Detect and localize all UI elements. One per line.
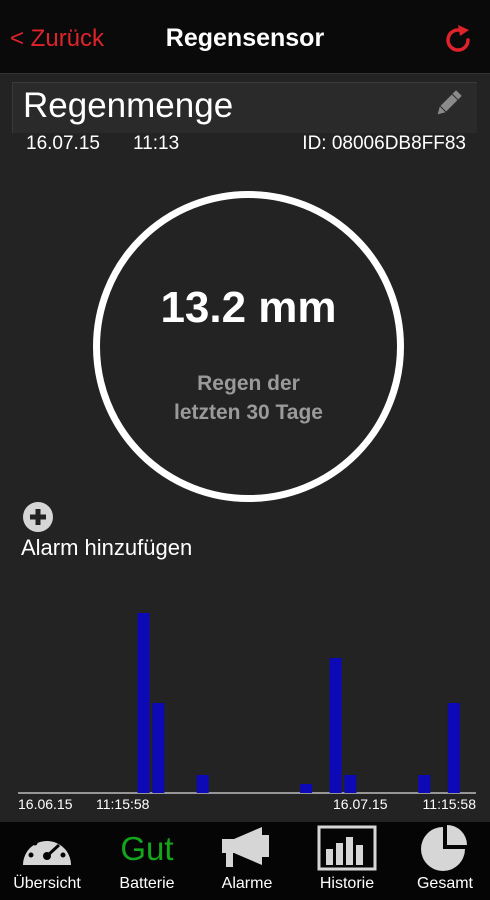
rain-amount-value: 13.2 mm (160, 283, 337, 332)
chart-bar (300, 784, 313, 793)
tab-uebersicht[interactable]: Übersicht (0, 822, 94, 900)
tab-label-historie: Historie (319, 875, 375, 892)
device-id: ID: 08006DB8FF83 (302, 133, 466, 154)
tab-label-gesamt: Gesamt (416, 875, 473, 892)
tab-label-batterie: Batterie (119, 875, 175, 892)
reading-date: 16.07.15 (26, 133, 100, 154)
navigation-bar: < Zurück Regensensor (0, 0, 490, 74)
reading-time: 11:13 (133, 133, 180, 154)
add-alarm-label[interactable]: Alarm hinzufügen (21, 535, 192, 561)
chart-bar (418, 775, 431, 793)
chart-x-tick-label: 11:15:58 (96, 796, 150, 812)
rain-history-chart: 16.06.15 11:15:58 16.07.15 11:15:58 (18, 613, 477, 812)
refresh-icon[interactable] (442, 24, 474, 56)
megaphone-icon (222, 827, 269, 867)
tab-historie[interactable]: Historie (297, 822, 397, 900)
battery-status: Gut (120, 830, 174, 867)
add-circle-icon[interactable] (23, 502, 53, 532)
tab-alarme[interactable]: Alarme (198, 822, 296, 900)
chart-x-tick-label: 16.06.15 (18, 796, 73, 812)
rain-gauge-circle (93, 191, 404, 502)
tab-label-uebersicht: Übersicht (13, 875, 81, 892)
pie-chart-icon (421, 825, 467, 871)
tab-gesamt[interactable]: Gesamt (400, 822, 490, 900)
chart-bar (196, 775, 209, 793)
caption-line-1: Regen der (197, 372, 300, 395)
tab-label-alarme: Alarme (221, 875, 273, 892)
tab-batterie[interactable]: Gut Batterie (98, 822, 196, 900)
pencil-icon[interactable] (432, 86, 466, 120)
caption-line-2: letzten 30 Tage (174, 401, 323, 424)
tab-bar: Übersicht Gut Batterie Alarme Historie G… (0, 822, 490, 900)
gauge-icon (23, 834, 71, 865)
sensor-name: Regenmenge (23, 86, 234, 125)
rain-amount-caption: Regen der letzten 30 Tage (93, 369, 404, 427)
chart-bar (344, 775, 357, 793)
chart-bar (329, 658, 342, 793)
chart-bar (137, 613, 150, 793)
chart-x-tick-label: 16.07.15 (333, 796, 388, 812)
bar-chart-icon (317, 825, 377, 871)
chart-bar (447, 703, 460, 793)
chart-x-tick-label: 11:15:58 (423, 796, 477, 812)
page-title: Regensensor (165, 24, 325, 52)
chart-bar (152, 703, 165, 793)
